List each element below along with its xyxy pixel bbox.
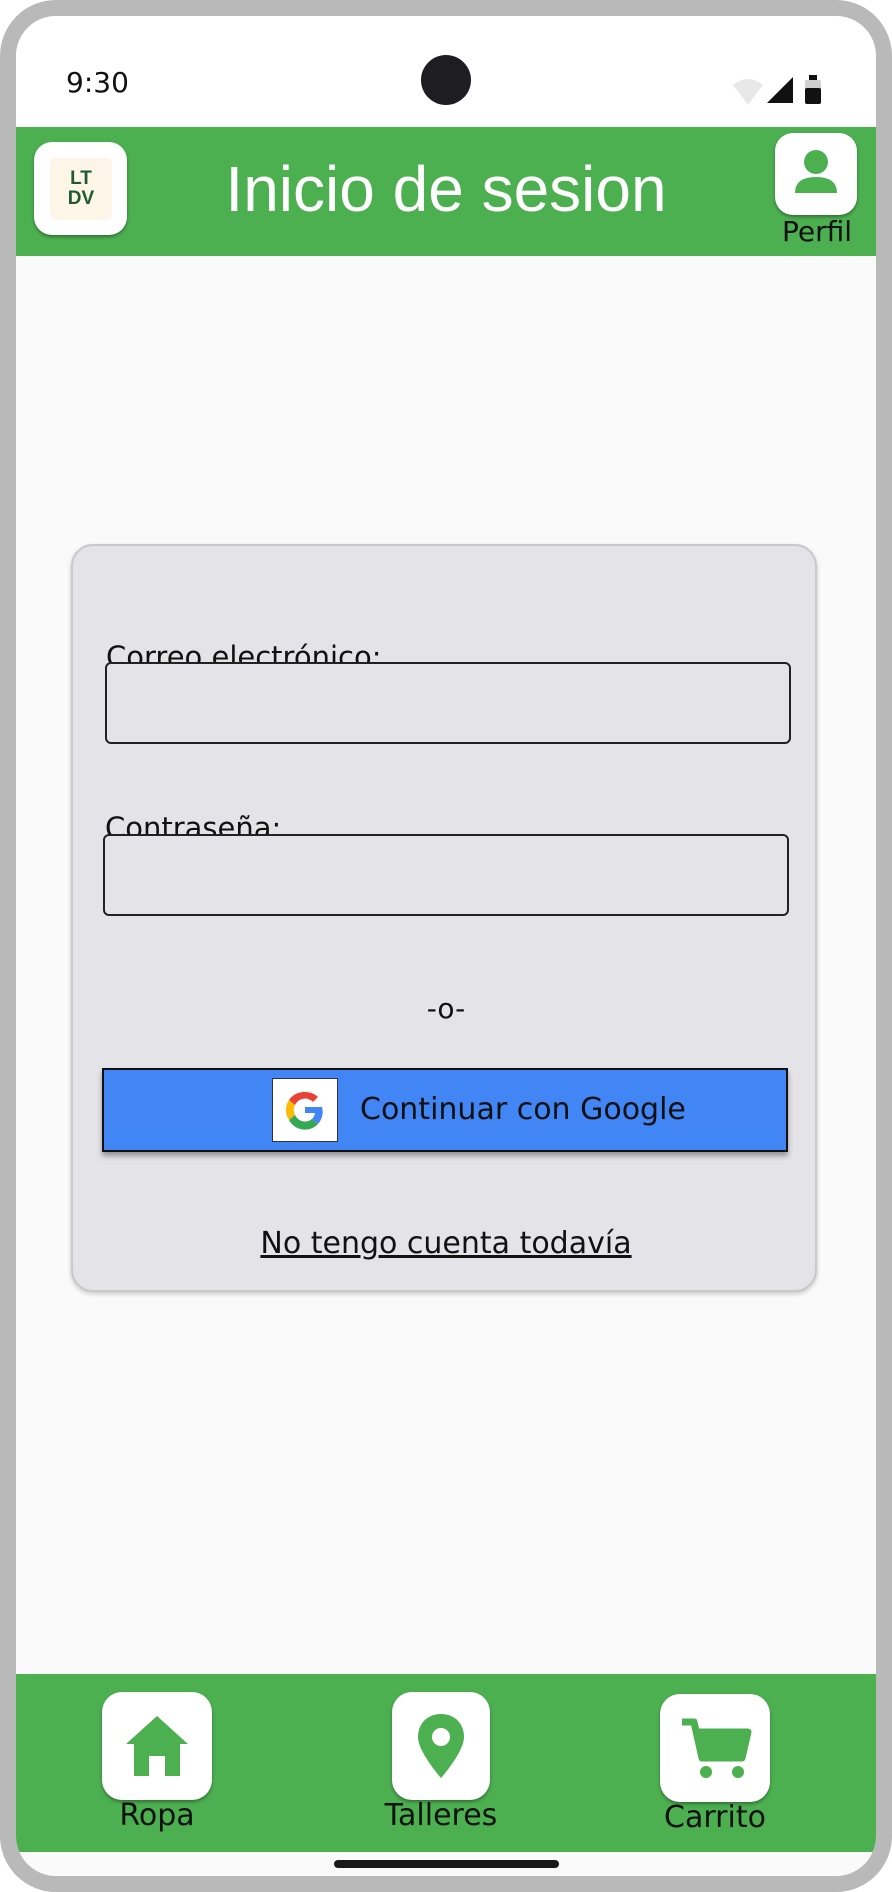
app-bar: LT DV Inicio de sesion Perfil bbox=[16, 127, 876, 256]
wifi-icon bbox=[733, 79, 763, 105]
email-input[interactable] bbox=[105, 662, 791, 744]
logo-line-2: DV bbox=[67, 188, 95, 209]
home-indicator[interactable] bbox=[334, 1860, 559, 1868]
google-signin-button[interactable]: Continuar con Google bbox=[102, 1068, 788, 1152]
bottom-nav: Ropa Talleres Carrito bbox=[16, 1674, 876, 1852]
google-logo-box bbox=[272, 1078, 338, 1142]
status-bar: 9:30 bbox=[16, 16, 876, 126]
user-icon bbox=[795, 150, 837, 193]
nav-talleres-button[interactable] bbox=[392, 1692, 490, 1800]
map-pin-icon bbox=[418, 1714, 464, 1778]
google-icon bbox=[285, 1091, 323, 1130]
page-title: Inicio de sesion bbox=[225, 153, 667, 225]
shopping-cart-icon bbox=[682, 1718, 752, 1778]
signal-icon bbox=[767, 77, 793, 103]
nav-carrito-button[interactable] bbox=[660, 1694, 770, 1802]
logo: LT DV bbox=[50, 158, 112, 220]
nav-ropa-label: Ropa bbox=[119, 1798, 195, 1833]
profile-button[interactable] bbox=[775, 133, 857, 215]
phone-frame: 9:30 LT DV Inicio de sesion Perfil Corre… bbox=[0, 0, 892, 1892]
status-icons bbox=[733, 75, 821, 105]
nav-carrito-label: Carrito bbox=[664, 1800, 766, 1835]
battery-icon bbox=[805, 75, 821, 104]
status-time: 9:30 bbox=[66, 66, 129, 99]
google-button-label: Continuar con Google bbox=[360, 1092, 686, 1127]
nav-ropa-button[interactable] bbox=[102, 1692, 212, 1800]
nav-talleres-label: Talleres bbox=[384, 1798, 498, 1833]
logo-line-1: LT bbox=[70, 168, 92, 189]
or-separator: -o- bbox=[426, 992, 466, 1025]
home-icon bbox=[126, 1716, 188, 1776]
no-account-link[interactable]: No tengo cuenta todavía bbox=[16, 1226, 876, 1261]
camera-cutout bbox=[421, 55, 471, 105]
profile-label: Perfil bbox=[781, 215, 853, 248]
password-input[interactable] bbox=[103, 834, 789, 916]
logo-button[interactable]: LT DV bbox=[34, 142, 127, 235]
